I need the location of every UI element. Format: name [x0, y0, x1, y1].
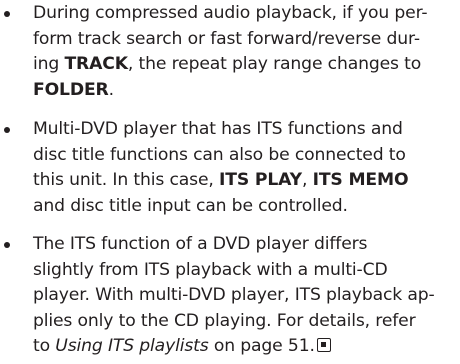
- text-line: slightly from ITS playback with a multi-…: [33, 259, 388, 280]
- text-run: ,: [301, 170, 313, 191]
- text-run: to: [33, 336, 56, 357]
- bold-term-folder: FOLDER: [33, 79, 109, 100]
- text-line: and disc title input can be controlled.: [33, 195, 348, 216]
- text-run: on page 51.: [208, 336, 315, 357]
- bullet-icon: [4, 11, 10, 17]
- list-item: Multi-DVD player that has ITS functions …: [0, 117, 453, 219]
- bold-term-its-play: ITS PLAY: [219, 170, 302, 191]
- text-line: disc title functions can also be connect…: [33, 144, 406, 165]
- text-line: ing TRACK, the repeat play range changes…: [33, 54, 421, 74]
- cross-reference: Using ITS playlists: [55, 336, 209, 357]
- bold-term-track: TRACK: [64, 54, 128, 75]
- text-line: Multi-DVD player that has ITS functions …: [33, 119, 403, 139]
- text-line: During compressed audio playback, if you…: [33, 3, 428, 23]
- text-line: FOLDER.: [33, 80, 114, 100]
- text-line: The ITS function of a DVD player differs: [33, 234, 368, 254]
- bullet-icon: [4, 127, 10, 133]
- end-of-section-icon: [316, 338, 331, 353]
- text-line: player. With multi-DVD player, ITS playb…: [33, 285, 435, 306]
- bullet-icon: [4, 242, 10, 248]
- text-run: this unit. In this case,: [33, 170, 219, 191]
- text-run: ing: [33, 54, 65, 75]
- list-item: During compressed audio playback, if you…: [0, 1, 453, 103]
- text-run: .: [108, 79, 114, 100]
- text-line: form track search or fast forward/revers…: [33, 28, 420, 49]
- text-line: this unit. In this case, ITS PLAY, ITS M…: [33, 170, 409, 191]
- text-line: plies only to the CD playing. For detail…: [33, 310, 416, 331]
- text-line: to Using ITS playlists on page 51.: [33, 336, 331, 356]
- text-run: , the repeat play range changes to: [127, 54, 422, 75]
- bold-term-its-memo: ITS MEMO: [312, 170, 409, 191]
- list-item: The ITS function of a DVD player differs…: [0, 232, 453, 360]
